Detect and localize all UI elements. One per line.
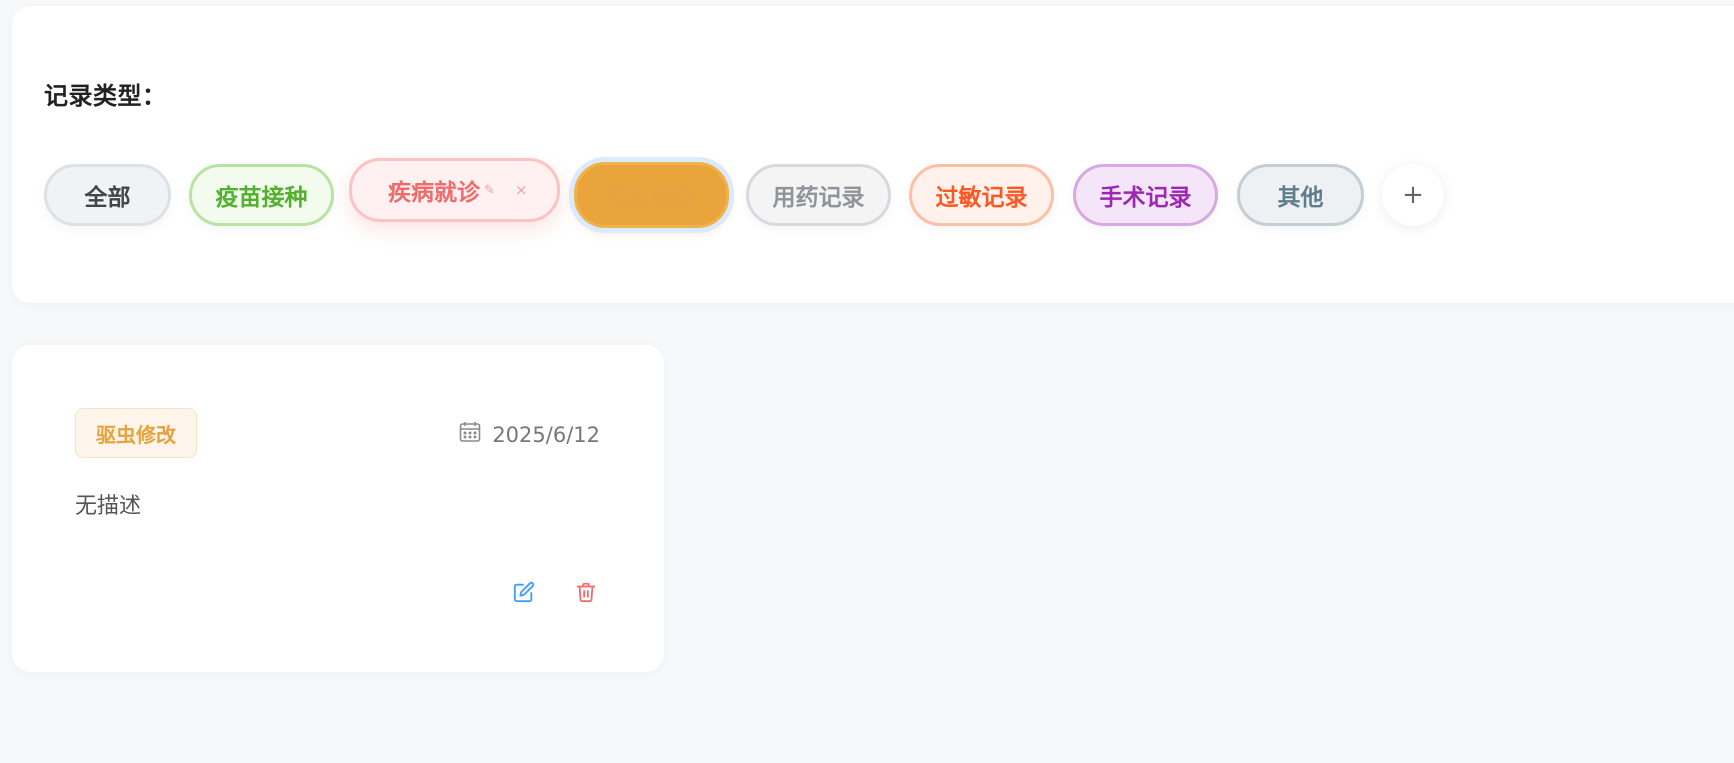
type-tag-other-label: 其他	[1277, 185, 1324, 211]
record-type-badge: 驱虫修改	[75, 408, 197, 458]
type-tag-surgery[interactable]: 手术记录	[1073, 164, 1218, 226]
type-tag-disease-label: 疾病就诊	[388, 180, 480, 206]
plus-icon: +	[1402, 180, 1424, 210]
record-type-title: 记录类型：	[44, 82, 167, 110]
calendar-icon	[458, 420, 482, 449]
edit-icon	[513, 581, 535, 607]
type-tag-allergy[interactable]: 过敏记录	[909, 164, 1054, 226]
record-description: 无描述	[75, 494, 142, 519]
type-tag-medication-label: 用药记录	[772, 185, 865, 211]
type-tag-all[interactable]: 全部	[44, 164, 171, 226]
type-tag-deworm[interactable]: 驱虫修改	[574, 162, 729, 228]
record-type-badge-label: 驱虫修改	[96, 422, 176, 447]
edit-icon[interactable]: ✎	[484, 183, 495, 198]
delete-record-button[interactable]	[574, 582, 598, 606]
trash-icon	[575, 581, 597, 607]
type-tag-disease[interactable]: 疾病就诊 ✎ ×	[349, 158, 560, 222]
type-tag-surgery-label: 手术记录	[1099, 185, 1192, 211]
record-date: 2025/6/12	[458, 420, 600, 449]
type-tag-all-label: 全部	[84, 185, 131, 211]
record-date-text: 2025/6/12	[492, 422, 600, 447]
record-type-panel: 记录类型： 全部 疫苗接种 疾病就诊 ✎ × 驱虫修改 用药记录 过敏记录 手术…	[12, 6, 1734, 303]
add-type-button[interactable]: +	[1382, 164, 1444, 226]
page: 记录类型： 全部 疫苗接种 疾病就诊 ✎ × 驱虫修改 用药记录 过敏记录 手术…	[0, 0, 1734, 763]
type-tag-other[interactable]: 其他	[1237, 164, 1364, 226]
type-tag-deworm-label: 驱虫修改	[605, 185, 698, 211]
record-card: 驱虫修改 2025/6/12 无描述	[12, 345, 664, 672]
type-tag-medication[interactable]: 用药记录	[746, 164, 891, 226]
type-tag-allergy-label: 过敏记录	[935, 185, 1028, 211]
edit-record-button[interactable]	[512, 581, 536, 607]
type-tag-vaccine-label: 疫苗接种	[215, 185, 308, 211]
type-tag-vaccine[interactable]: 疫苗接种	[189, 164, 334, 226]
close-icon[interactable]: ×	[515, 181, 528, 199]
